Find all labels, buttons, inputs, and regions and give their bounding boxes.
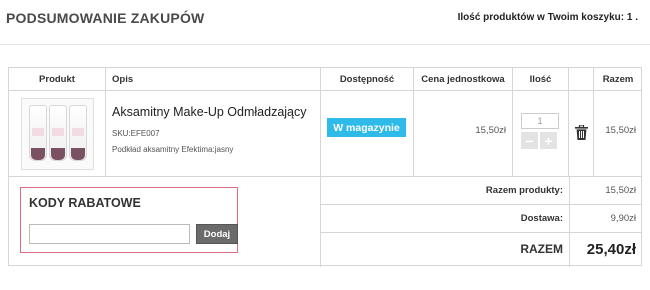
stock-status-badge: W magazynie bbox=[327, 118, 406, 137]
unit-price: 15,50zł bbox=[475, 125, 506, 136]
grand-total-value-cell: 25,40zł bbox=[570, 233, 642, 267]
column-header-product: Produkt bbox=[9, 68, 106, 91]
column-header-total: Razem bbox=[594, 68, 642, 91]
products-total-label: Razem produkty: bbox=[485, 185, 563, 196]
quantity-input[interactable] bbox=[521, 113, 559, 129]
column-header-availability: Dostępność bbox=[321, 68, 414, 91]
unit-price-cell: 15,50zł bbox=[414, 91, 513, 177]
quantity-cell: − + bbox=[513, 91, 569, 177]
shipping-label-cell: Dostawa: bbox=[321, 205, 570, 233]
add-promo-button[interactable]: Dodaj bbox=[196, 224, 238, 244]
shipping-label: Dostawa: bbox=[520, 213, 563, 224]
column-header-quantity: Ilość bbox=[513, 68, 569, 91]
column-header-actions bbox=[569, 68, 594, 91]
product-tubes-image[interactable] bbox=[21, 98, 94, 170]
column-header-unit-price: Cena jednostkowa bbox=[414, 68, 513, 91]
promo-code-box: KODY RABATOWE Dodaj bbox=[20, 187, 238, 253]
product-image-cell bbox=[9, 91, 106, 177]
column-header-description: Opis bbox=[106, 68, 321, 91]
row-total: 15,50zł bbox=[605, 125, 636, 136]
shipping-value: 9,90zł bbox=[610, 213, 636, 224]
product-name-link[interactable]: Aksamitny Make-Up Odmładzający bbox=[112, 105, 307, 119]
cart-table: Produkt Opis Dostępność Cena jednostkowa… bbox=[8, 67, 642, 267]
page-title: PODSUMOWANIE ZAKUPÓW bbox=[6, 10, 205, 26]
product-sku: SKU:EFE007 bbox=[112, 129, 160, 138]
availability-cell: W magazynie bbox=[321, 91, 414, 177]
promo-cell: KODY RABATOWE Dodaj bbox=[9, 177, 321, 267]
row-total-cell: 15,50zł bbox=[594, 91, 642, 177]
promo-code-input[interactable] bbox=[29, 224, 190, 244]
products-total-value: 15,50zł bbox=[605, 185, 636, 196]
promo-title: KODY RABATOWE bbox=[29, 196, 141, 210]
shipping-value-cell: 9,90zł bbox=[570, 205, 642, 233]
grand-total-label-cell: RAZEM bbox=[321, 233, 570, 267]
cart-count: Ilość produktów w Twoim koszyku: 1 . bbox=[457, 12, 638, 23]
trash-icon[interactable] bbox=[575, 125, 588, 140]
products-total-value-cell: 15,50zł bbox=[570, 177, 642, 205]
grand-total-label: RAZEM bbox=[520, 242, 563, 256]
products-total-label-cell: Razem produkty: bbox=[321, 177, 570, 205]
grand-total-value: 25,40zł bbox=[586, 241, 636, 258]
delete-cell bbox=[569, 91, 594, 177]
quantity-increase-button[interactable]: + bbox=[540, 132, 557, 149]
quantity-decrease-button[interactable]: − bbox=[521, 132, 538, 149]
product-attributes: Podkład aksamitny Efektima:jasny bbox=[112, 145, 234, 154]
product-description-cell: Aksamitny Make-Up Odmładzający SKU:EFE00… bbox=[106, 91, 321, 177]
page-header: PODSUMOWANIE ZAKUPÓW Ilość produktów w T… bbox=[0, 0, 650, 45]
